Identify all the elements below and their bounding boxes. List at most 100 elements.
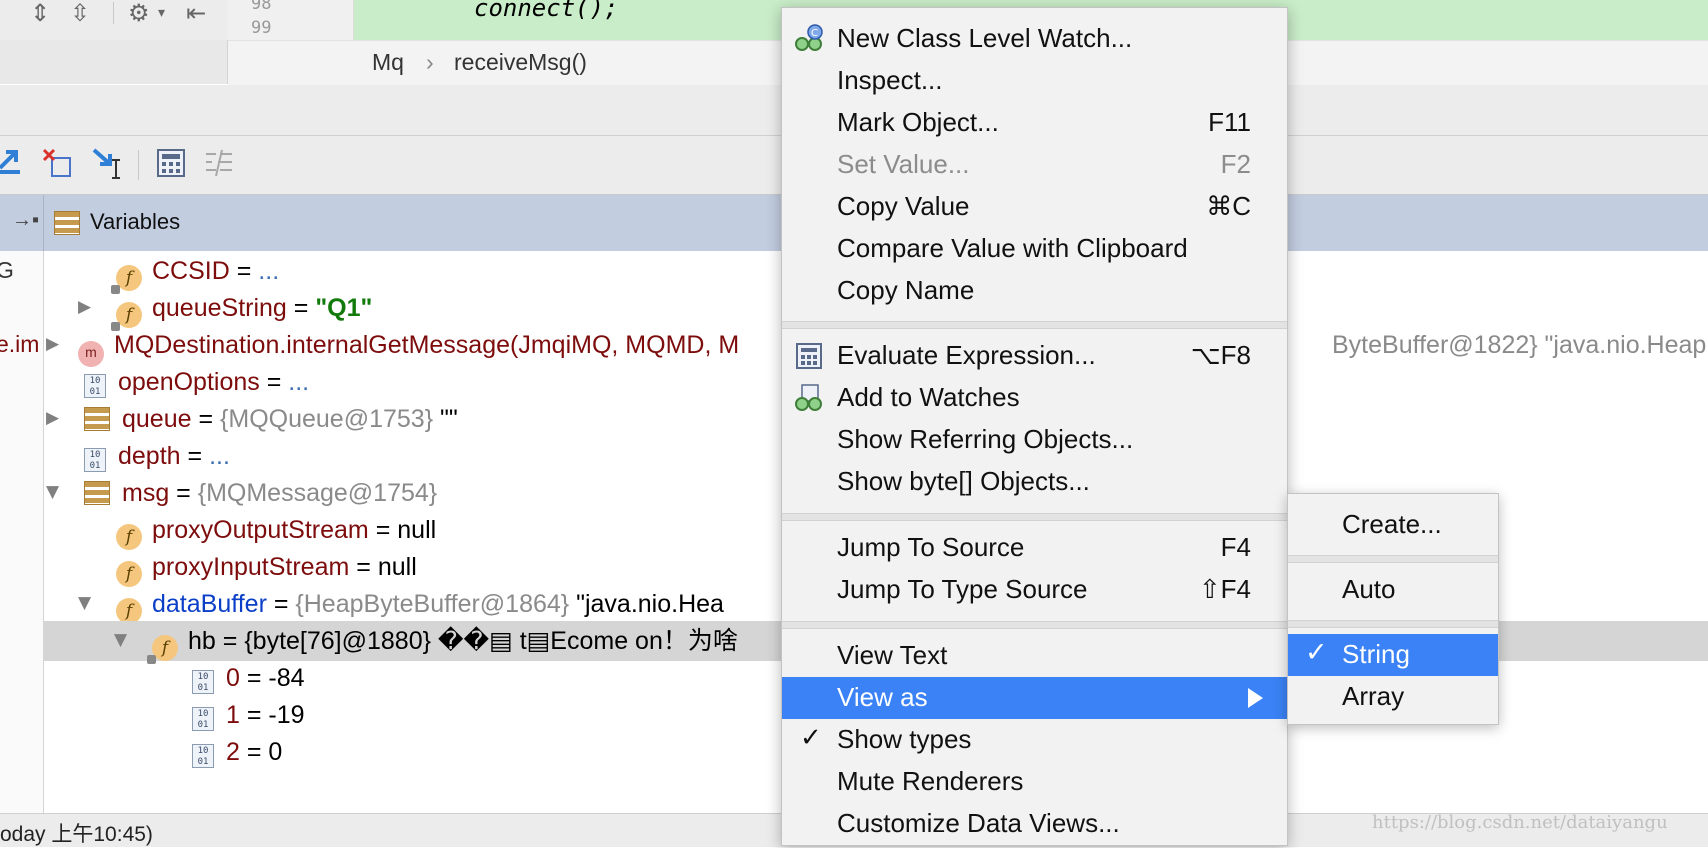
variable-equals: = — [191, 405, 221, 433]
variable-equals: = — [169, 479, 198, 507]
expand-arrow-icon[interactable]: ▶ — [46, 334, 59, 354]
collapse-all-icon[interactable]: ⇳ — [70, 0, 90, 26]
menu-item-compare-value[interactable]: Compare Value with Clipboard — [782, 228, 1287, 270]
checkmark-icon: ✓ — [800, 723, 822, 753]
menu-item-label: View Text — [837, 640, 948, 670]
frame-item[interactable]: e.im — [0, 331, 39, 358]
restore-layout-icon[interactable]: →▪ — [12, 209, 39, 232]
menu-item-customize-data-views[interactable]: Customize Data Views... — [782, 803, 1287, 845]
status-text: oday 上午10:45) — [0, 823, 153, 846]
submenu-item-array[interactable]: Array — [1288, 676, 1498, 718]
menu-item-view-text[interactable]: View Text — [782, 635, 1287, 677]
submenu-item-auto[interactable]: Auto — [1288, 569, 1498, 611]
menu-item-label: Show types — [837, 724, 972, 754]
menu-separator — [782, 621, 1287, 629]
submenu-arrow-icon — [1248, 688, 1263, 708]
variable-value: null — [397, 516, 437, 544]
submenu-item-label: Create... — [1342, 509, 1442, 539]
frames-list[interactable]: G e.im — [0, 251, 44, 813]
primitive-icon: 10 01 — [192, 670, 214, 694]
menu-item-inspect[interactable]: Inspect... — [782, 60, 1287, 102]
variable-name: CCSID — [152, 257, 230, 285]
variable-name: depth — [118, 442, 181, 470]
expand-all-icon[interactable]: ⇕ — [30, 0, 50, 26]
submenu-item-label: Array — [1342, 681, 1405, 711]
gear-icon[interactable]: ⚙ — [128, 0, 150, 26]
menu-separator — [1288, 555, 1498, 563]
chevron-down-icon[interactable]: ▾ — [158, 0, 165, 26]
variable-name: proxyOutputStream — [152, 516, 369, 544]
menu-item-show-types[interactable]: ✓ Show types — [782, 719, 1287, 761]
view-as-submenu: Create... Auto ✓ String Array — [1287, 493, 1499, 725]
menu-item-evaluate-expression[interactable]: Evaluate Expression... ⌥F8 — [782, 335, 1287, 377]
variables-icon — [54, 211, 80, 235]
menu-item-copy-value[interactable]: Copy Value ⌘C — [782, 186, 1287, 228]
frames-header: →▪ — [0, 195, 44, 251]
evaluate-expression-icon[interactable] — [154, 146, 188, 180]
variable-value[interactable]: ... — [258, 257, 279, 285]
menu-item-jump-to-source[interactable]: Jump To Source F4 — [782, 527, 1287, 569]
variable-equals: = — [215, 627, 245, 655]
variable-equals: = — [266, 590, 296, 618]
variable-equals: = — [349, 553, 378, 581]
menu-item-shortcut: F2 — [1220, 149, 1251, 179]
variable-equals: = — [180, 442, 210, 470]
submenu-item-label: String — [1342, 639, 1410, 669]
watch-glasses-icon: C — [795, 24, 823, 51]
menu-item-copy-name[interactable]: Copy Name — [782, 270, 1287, 312]
variable-value[interactable]: ... — [209, 442, 230, 470]
collapse-arrow-icon[interactable]: ▼ — [46, 482, 59, 502]
expand-arrow-icon[interactable]: ▶ — [78, 297, 91, 317]
collapse-arrow-icon[interactable]: ▼ — [114, 630, 127, 650]
variable-value: {MQMessage@1754} — [197, 479, 438, 507]
editor-left-strip — [0, 40, 228, 84]
menu-item-show-referring-objects[interactable]: Show Referring Objects... — [782, 419, 1287, 461]
variable-name: openOptions — [118, 368, 260, 396]
submenu-item-label: Auto — [1342, 574, 1396, 604]
menu-item-set-value: Set Value... F2 — [782, 144, 1287, 186]
variable-value[interactable]: ... — [288, 368, 309, 396]
menu-item-mute-renderers[interactable]: Mute Renderers — [782, 761, 1287, 803]
variable-value: -84 — [268, 664, 305, 692]
step-out-icon[interactable] — [0, 146, 28, 180]
frame-item[interactable]: G — [0, 257, 14, 284]
primitive-icon: 10 01 — [192, 707, 214, 731]
editor-toolbar: ⇕ ⇳ ⚙ ▾ ⇤ — [0, 0, 228, 40]
menu-separator — [782, 513, 1287, 521]
breadcrumb-method[interactable]: receiveMsg() — [454, 49, 587, 76]
trace-icon[interactable] — [202, 146, 236, 180]
variable-value: 0 — [268, 738, 283, 766]
variable-value: {MQQueue@1753} — [220, 405, 434, 433]
menu-item-label: Jump To Type Source — [837, 574, 1088, 604]
svg-text:C: C — [811, 28, 818, 39]
expand-arrow-icon[interactable]: ▶ — [46, 408, 59, 428]
variable-name: msg — [122, 479, 170, 507]
menu-item-label: Mute Renderers — [837, 766, 1024, 796]
object-icon — [84, 407, 110, 431]
context-menu: C New Class Level Watch... Inspect... Ma… — [781, 7, 1288, 846]
menu-item-mark-object[interactable]: Mark Object... F11 — [782, 102, 1287, 144]
variable-name: MQDestination.internalGetMessage(JmqiMQ,… — [114, 331, 740, 359]
variables-title: Variables — [90, 209, 181, 234]
menu-item-shortcut: F11 — [1208, 107, 1251, 137]
submenu-item-string[interactable]: ✓ String — [1288, 634, 1498, 676]
menu-item-label: Evaluate Expression... — [837, 340, 1096, 370]
hide-panel-icon[interactable]: ⇤ — [186, 0, 206, 26]
submenu-item-create[interactable]: Create... — [1288, 504, 1498, 546]
menu-item-show-byte-objects[interactable]: Show byte[] Objects... — [782, 461, 1287, 503]
run-to-cursor-icon[interactable] — [90, 146, 124, 180]
variable-string-value: "java.nio.Hea — [569, 590, 724, 618]
menu-item-label: Mark Object... — [837, 107, 999, 137]
menu-item-label: Show Referring Objects... — [837, 424, 1134, 454]
menu-item-shortcut: ⌘C — [1206, 191, 1251, 221]
toolbar-divider — [113, 2, 114, 24]
object-icon — [84, 481, 110, 505]
drop-frame-icon[interactable] — [40, 146, 74, 180]
breadcrumb-class[interactable]: Mq — [372, 49, 404, 76]
menu-item-new-class-level-watch[interactable]: C New Class Level Watch... — [782, 18, 1287, 60]
menu-item-add-to-watches[interactable]: Add to Watches — [782, 377, 1287, 419]
collapse-arrow-icon[interactable]: ▼ — [78, 593, 91, 613]
menu-item-jump-to-type-source[interactable]: Jump To Type Source ⇧F4 — [782, 569, 1287, 611]
variable-equals: = — [286, 294, 316, 322]
menu-item-view-as[interactable]: View as — [782, 677, 1287, 719]
